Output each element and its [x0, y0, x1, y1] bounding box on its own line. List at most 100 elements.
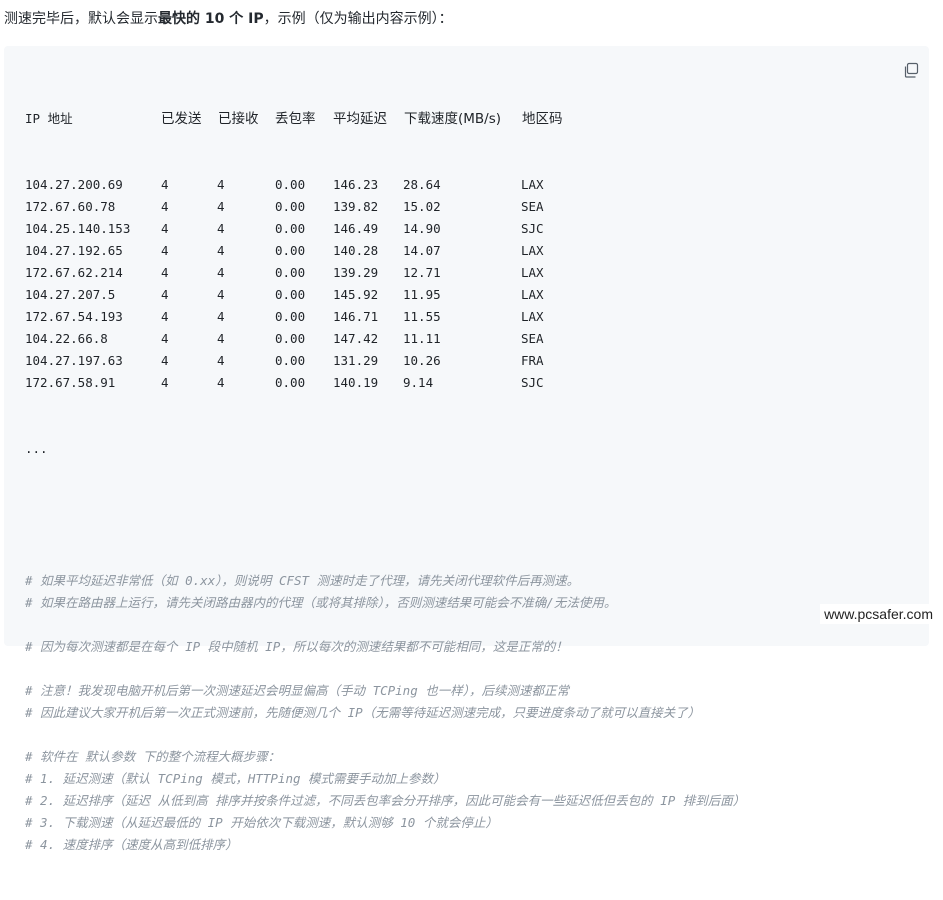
- cell-sent: 4: [161, 309, 169, 324]
- cell-sent: 4: [161, 177, 169, 192]
- copy-icon[interactable]: [903, 62, 919, 78]
- table-row: 104.27.197.63 4 4 0.00 131.29 10.26 FRA: [25, 350, 745, 372]
- cell-speed: 10.26: [403, 353, 441, 368]
- comment-line: # 4. 速度排序（速度从高到低排序）: [25, 837, 238, 852]
- cell-speed: 12.71: [403, 265, 441, 280]
- cell-speed: 9.14: [403, 375, 434, 390]
- cell-speed: 11.95: [403, 287, 441, 302]
- cell-latency: 140.28: [333, 243, 379, 258]
- header-region: 地区码: [522, 111, 563, 127]
- cell-latency: 145.92: [333, 287, 379, 302]
- cell-sent: 4: [161, 265, 169, 280]
- cell-region: LAX: [521, 177, 544, 192]
- header-sent: 已发送: [161, 111, 202, 127]
- comment-line: # 软件在 默认参数 下的整个流程大概步骤：: [25, 749, 281, 764]
- cell-sent: 4: [161, 243, 169, 258]
- cell-received: 4: [217, 309, 225, 324]
- cell-latency: 146.49: [333, 221, 379, 236]
- cell-loss: 0.00: [275, 331, 306, 346]
- intro-prefix: 测速完毕后，默认会显示: [4, 11, 158, 27]
- cell-latency: 139.29: [333, 265, 379, 280]
- cell-sent: 4: [161, 375, 169, 390]
- cell-received: 4: [217, 221, 225, 236]
- header-ip: IP 地址: [25, 111, 73, 126]
- header-latency: 平均延迟: [333, 111, 387, 127]
- cell-loss: 0.00: [275, 199, 306, 214]
- comment-line: # 因为每次测速都是在每个 IP 段中随机 IP，所以每次的测速结果都不可能相同…: [25, 639, 568, 654]
- cell-loss: 0.00: [275, 177, 306, 192]
- cell-region: SEA: [521, 331, 544, 346]
- header-loss: 丢包率: [275, 111, 316, 127]
- cell-latency: 147.42: [333, 331, 379, 346]
- code-block: IP 地址 已发送 已接收 丢包率 平均延迟 下载速度(MB/s) 地区码 10…: [4, 46, 929, 852]
- cell-loss: 0.00: [275, 353, 306, 368]
- cell-speed: 14.90: [403, 221, 441, 236]
- ellipsis-text: ...: [25, 441, 48, 456]
- table-row: 172.67.60.78 4 4 0.00 139.82 15.02 SEA: [25, 196, 745, 218]
- table-row: 104.25.140.153 4 4 0.00 146.49 14.90 SJC: [25, 218, 745, 240]
- cell-sent: 4: [161, 287, 169, 302]
- cell-received: 4: [217, 287, 225, 302]
- cell-latency: 146.71: [333, 309, 379, 324]
- cell-received: 4: [217, 353, 225, 368]
- cell-sent: 4: [161, 353, 169, 368]
- cell-ip: 104.27.200.69: [25, 177, 123, 192]
- cell-region: SJC: [521, 221, 544, 236]
- comment-line: # 2. 延迟排序（延迟 从低到高 排序并按条件过滤，不同丢包率会分开排序，因此…: [25, 793, 746, 808]
- header-speed: 下载速度(MB/s): [404, 111, 502, 127]
- cell-region: SJC: [521, 375, 544, 390]
- cell-ip: 172.67.58.91: [25, 375, 116, 390]
- cell-ip: 104.25.140.153: [25, 221, 131, 236]
- comment-line: # 因此建议大家开机后第一次正式测速前，先随便测几个 IP（无需等待延迟测速完成…: [25, 705, 701, 720]
- cell-ip: 172.67.62.214: [25, 265, 123, 280]
- cell-latency: 140.19: [333, 375, 379, 390]
- table-row: 172.67.62.214 4 4 0.00 139.29 12.71 LAX: [25, 262, 745, 284]
- cell-region: LAX: [521, 265, 544, 280]
- comment-line: # 如果平均延迟非常低（如 0.xx），则说明 CFST 测速时走了代理，请先关…: [25, 573, 580, 588]
- cell-latency: 131.29: [333, 353, 379, 368]
- table-row: 104.27.207.5 4 4 0.00 145.92 11.95 LAX: [25, 284, 745, 306]
- cell-sent: 4: [161, 199, 169, 214]
- table-row: 104.22.66.8 4 4 0.00 147.42 11.11 SEA: [25, 328, 745, 350]
- table-row: 172.67.54.193 4 4 0.00 146.71 11.55 LAX: [25, 306, 745, 328]
- comment-line: # 1. 延迟测速（默认 TCPing 模式，HTTPing 模式需要手动加上参…: [25, 771, 446, 786]
- cell-sent: 4: [161, 221, 169, 236]
- table-row: 172.67.58.91 4 4 0.00 140.19 9.14 SJC: [25, 372, 745, 394]
- cell-speed: 11.11: [403, 331, 441, 346]
- cell-loss: 0.00: [275, 309, 306, 324]
- cell-received: 4: [217, 375, 225, 390]
- intro-bold: 最快的 10 个 IP: [158, 11, 264, 27]
- watermark: www.pcsafer.com: [820, 604, 937, 624]
- cell-region: LAX: [521, 309, 544, 324]
- cell-ip: 172.67.60.78: [25, 199, 116, 214]
- cell-received: 4: [217, 199, 225, 214]
- intro-text: 测速完毕后，默认会显示最快的 10 个 IP，示例（仅为输出内容示例）：: [4, 8, 453, 30]
- header-received: 已接收: [218, 111, 259, 127]
- cell-speed: 28.64: [403, 177, 441, 192]
- cell-speed: 11.55: [403, 309, 441, 324]
- cell-region: LAX: [521, 287, 544, 302]
- cell-loss: 0.00: [275, 375, 306, 390]
- cell-ip: 104.27.207.5: [25, 287, 116, 302]
- comment-line: # 如果在路由器上运行，请先关闭路由器内的代理（或将其排除），否则测速结果可能会…: [25, 595, 617, 610]
- cell-ip: 172.67.54.193: [25, 309, 123, 324]
- cell-sent: 4: [161, 331, 169, 346]
- table-header: IP 地址 已发送 已接收 丢包率 平均延迟 下载速度(MB/s) 地区码: [25, 108, 745, 130]
- cell-received: 4: [217, 331, 225, 346]
- cell-received: 4: [217, 265, 225, 280]
- cell-loss: 0.00: [275, 287, 306, 302]
- cell-received: 4: [217, 243, 225, 258]
- code-content: IP 地址 已发送 已接收 丢包率 平均延迟 下载速度(MB/s) 地区码 10…: [25, 64, 745, 900]
- cell-region: FRA: [521, 353, 544, 368]
- cell-latency: 146.23: [333, 177, 379, 192]
- cell-loss: 0.00: [275, 243, 306, 258]
- cell-speed: 14.07: [403, 243, 441, 258]
- cell-ip: 104.22.66.8: [25, 331, 108, 346]
- cell-ip: 104.27.192.65: [25, 243, 123, 258]
- cell-received: 4: [217, 177, 225, 192]
- ellipsis: ...: [25, 438, 745, 460]
- cell-region: LAX: [521, 243, 544, 258]
